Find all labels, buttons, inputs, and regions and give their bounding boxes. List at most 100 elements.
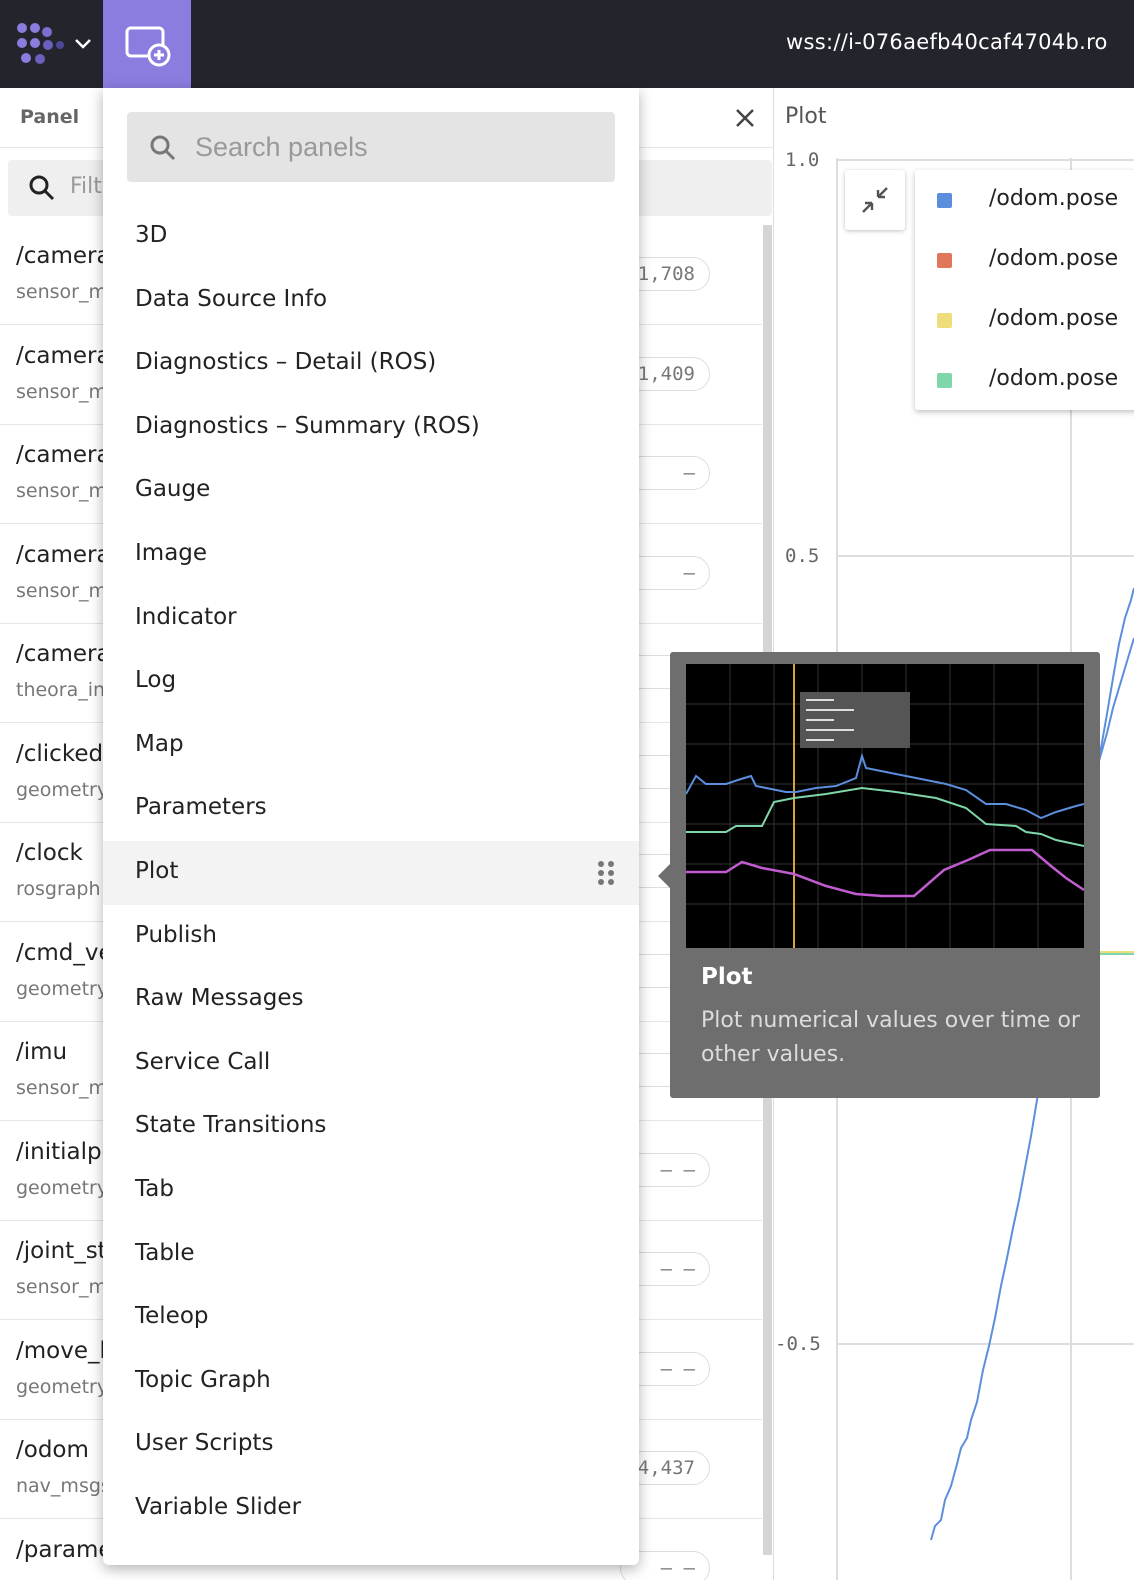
- filter-placeholder: Filt: [70, 174, 102, 199]
- menu-item-service-call[interactable]: Service Call: [103, 1032, 639, 1096]
- foxglove-logo-icon: [17, 23, 64, 64]
- topic-name: /camera: [16, 442, 111, 468]
- topic-type: geometry: [16, 778, 109, 801]
- topic-type: sensor_m: [16, 281, 107, 303]
- menu-item-label: Plot: [135, 858, 179, 884]
- topic-type: sensor_m: [16, 1276, 107, 1298]
- menu-item-indicator[interactable]: Indicator: [103, 587, 639, 651]
- topic-name: /camera: [16, 641, 111, 667]
- menu-item-plot[interactable]: Plot: [103, 841, 639, 905]
- menu-item-label: 3D: [135, 222, 168, 248]
- drag-handle-icon[interactable]: [596, 859, 616, 887]
- legend-item[interactable]: /odom.pose: [915, 240, 1134, 280]
- chevron-down-icon: [75, 39, 91, 49]
- search-icon: [29, 175, 55, 201]
- topic-type: rosgraph: [16, 878, 101, 900]
- menu-item-topic-graph[interactable]: Topic Graph: [103, 1350, 639, 1414]
- menu-item-label: Data Source Info: [135, 285, 328, 312]
- menu-item-parameters[interactable]: Parameters: [103, 777, 639, 841]
- tooltip-arrow: [658, 864, 670, 888]
- panel-search-input[interactable]: [195, 112, 595, 182]
- topic-name: /clicked: [16, 740, 104, 767]
- top-bar: wss://i-076aefb40caf4704b.ro: [0, 0, 1134, 88]
- menu-item-label: Service Call: [135, 1048, 271, 1075]
- menu-item-label: Raw Messages: [135, 985, 304, 1012]
- app-menu-button[interactable]: [0, 0, 103, 88]
- plot-legend: /odom.pose /odom.pose /odom.pose /odom.p…: [915, 170, 1134, 410]
- menu-item-table[interactable]: Table: [103, 1223, 639, 1287]
- topic-type: sensor_m: [16, 1077, 107, 1099]
- menu-item-map[interactable]: Map: [103, 714, 639, 778]
- menu-item-label: Map: [135, 730, 184, 757]
- topic-type: sensor_m: [16, 480, 107, 502]
- menu-item-label: Variable Slider: [135, 1494, 302, 1520]
- connection-url: wss://i-076aefb40caf4704b.ro: [786, 30, 1108, 54]
- add-panel-button[interactable]: [103, 0, 191, 88]
- tooltip-description: Plot numerical values over time or other…: [701, 1008, 1080, 1067]
- menu-item-label: Gauge: [135, 476, 211, 503]
- legend-label: /odom.pose: [989, 186, 1119, 211]
- topic-name: /camera: [16, 243, 111, 269]
- legend-item[interactable]: /odom.pose: [915, 360, 1134, 400]
- menu-item-data-source-info[interactable]: Data Source Info: [103, 269, 639, 333]
- menu-item-teleop[interactable]: Teleop: [103, 1286, 639, 1350]
- menu-item-tab[interactable]: Tab: [103, 1159, 639, 1223]
- menu-item-label: Tab: [135, 1176, 174, 1202]
- menu-item-3d[interactable]: 3D: [103, 205, 639, 269]
- menu-item-gauge[interactable]: Gauge: [103, 459, 639, 523]
- menu-item-log[interactable]: Log: [103, 650, 639, 714]
- menu-item-user-scripts[interactable]: User Scripts: [103, 1413, 639, 1477]
- legend-swatch: [937, 373, 952, 388]
- legend-item[interactable]: /odom.pose: [915, 300, 1134, 340]
- menu-item-label: Log: [135, 667, 177, 694]
- legend-label: /odom.pose: [989, 366, 1119, 391]
- topic-type: geometry: [16, 977, 109, 1000]
- topic-name: /camera: [16, 342, 111, 369]
- close-icon[interactable]: [733, 106, 757, 130]
- menu-item-variable-slider[interactable]: Variable Slider: [103, 1477, 639, 1541]
- search-icon: [150, 135, 176, 161]
- menu-item-label: Diagnostics – Detail (ROS): [135, 349, 437, 376]
- legend-label: /odom.pose: [989, 306, 1119, 331]
- topic-name: /cmd_ve: [16, 939, 113, 966]
- menu-item-label: User Scripts: [135, 1430, 274, 1457]
- legend-item[interactable]: /odom.pose: [915, 180, 1134, 220]
- legend-swatch: [937, 253, 952, 268]
- menu-item-raw-messages[interactable]: Raw Messages: [103, 968, 639, 1032]
- panel-preview-tooltip: Plot Plot numerical values over time or …: [658, 652, 1100, 1098]
- menu-item-publish[interactable]: Publish: [103, 905, 639, 969]
- topic-type: geometry: [16, 1375, 109, 1398]
- topic-type: sensor_m: [16, 380, 107, 403]
- plot-preview-image: [686, 664, 1084, 948]
- menu-item-label: Topic Graph: [135, 1366, 271, 1393]
- menu-item-image[interactable]: Image: [103, 523, 639, 587]
- y-tick-label: 0.5: [785, 545, 819, 567]
- collapse-legend-button[interactable]: [845, 170, 905, 230]
- panel-search-field[interactable]: [127, 112, 615, 182]
- panel-title: Panel: [20, 106, 80, 128]
- menu-item-label: Teleop: [135, 1303, 209, 1330]
- y-tick-label: 1.0: [785, 149, 819, 171]
- topic-name: /imu: [16, 1039, 68, 1065]
- legend-label: /odom.pose: [989, 246, 1119, 271]
- menu-item-label: Parameters: [135, 794, 267, 821]
- tooltip-title: Plot: [701, 964, 753, 990]
- menu-item-label: Publish: [135, 921, 217, 948]
- topic-type: nav_msgs: [16, 1475, 111, 1497]
- topic-type: theora_in: [16, 679, 106, 701]
- topic-name: /joint_st: [16, 1238, 107, 1264]
- topic-type: geometry: [16, 1176, 109, 1199]
- menu-item-diagnostics-summary-ros[interactable]: Diagnostics – Summary (ROS): [103, 396, 639, 460]
- topic-name: /odom: [16, 1437, 89, 1463]
- menu-item-diagnostics-detail-ros[interactable]: Diagnostics – Detail (ROS): [103, 332, 639, 396]
- menu-item-label: State Transitions: [135, 1112, 327, 1139]
- menu-item-label: Indicator: [135, 603, 237, 630]
- topic-name: /parame: [16, 1536, 113, 1563]
- topic-name: /camera: [16, 541, 111, 568]
- menu-item-state-transitions[interactable]: State Transitions: [103, 1095, 639, 1159]
- topic-name: /move_b: [16, 1337, 115, 1364]
- plot-panel-title: Plot: [785, 104, 827, 129]
- topic-name: /clock: [16, 840, 83, 866]
- menu-item-label: Table: [135, 1239, 195, 1266]
- topic-name: /initialpo: [16, 1138, 116, 1165]
